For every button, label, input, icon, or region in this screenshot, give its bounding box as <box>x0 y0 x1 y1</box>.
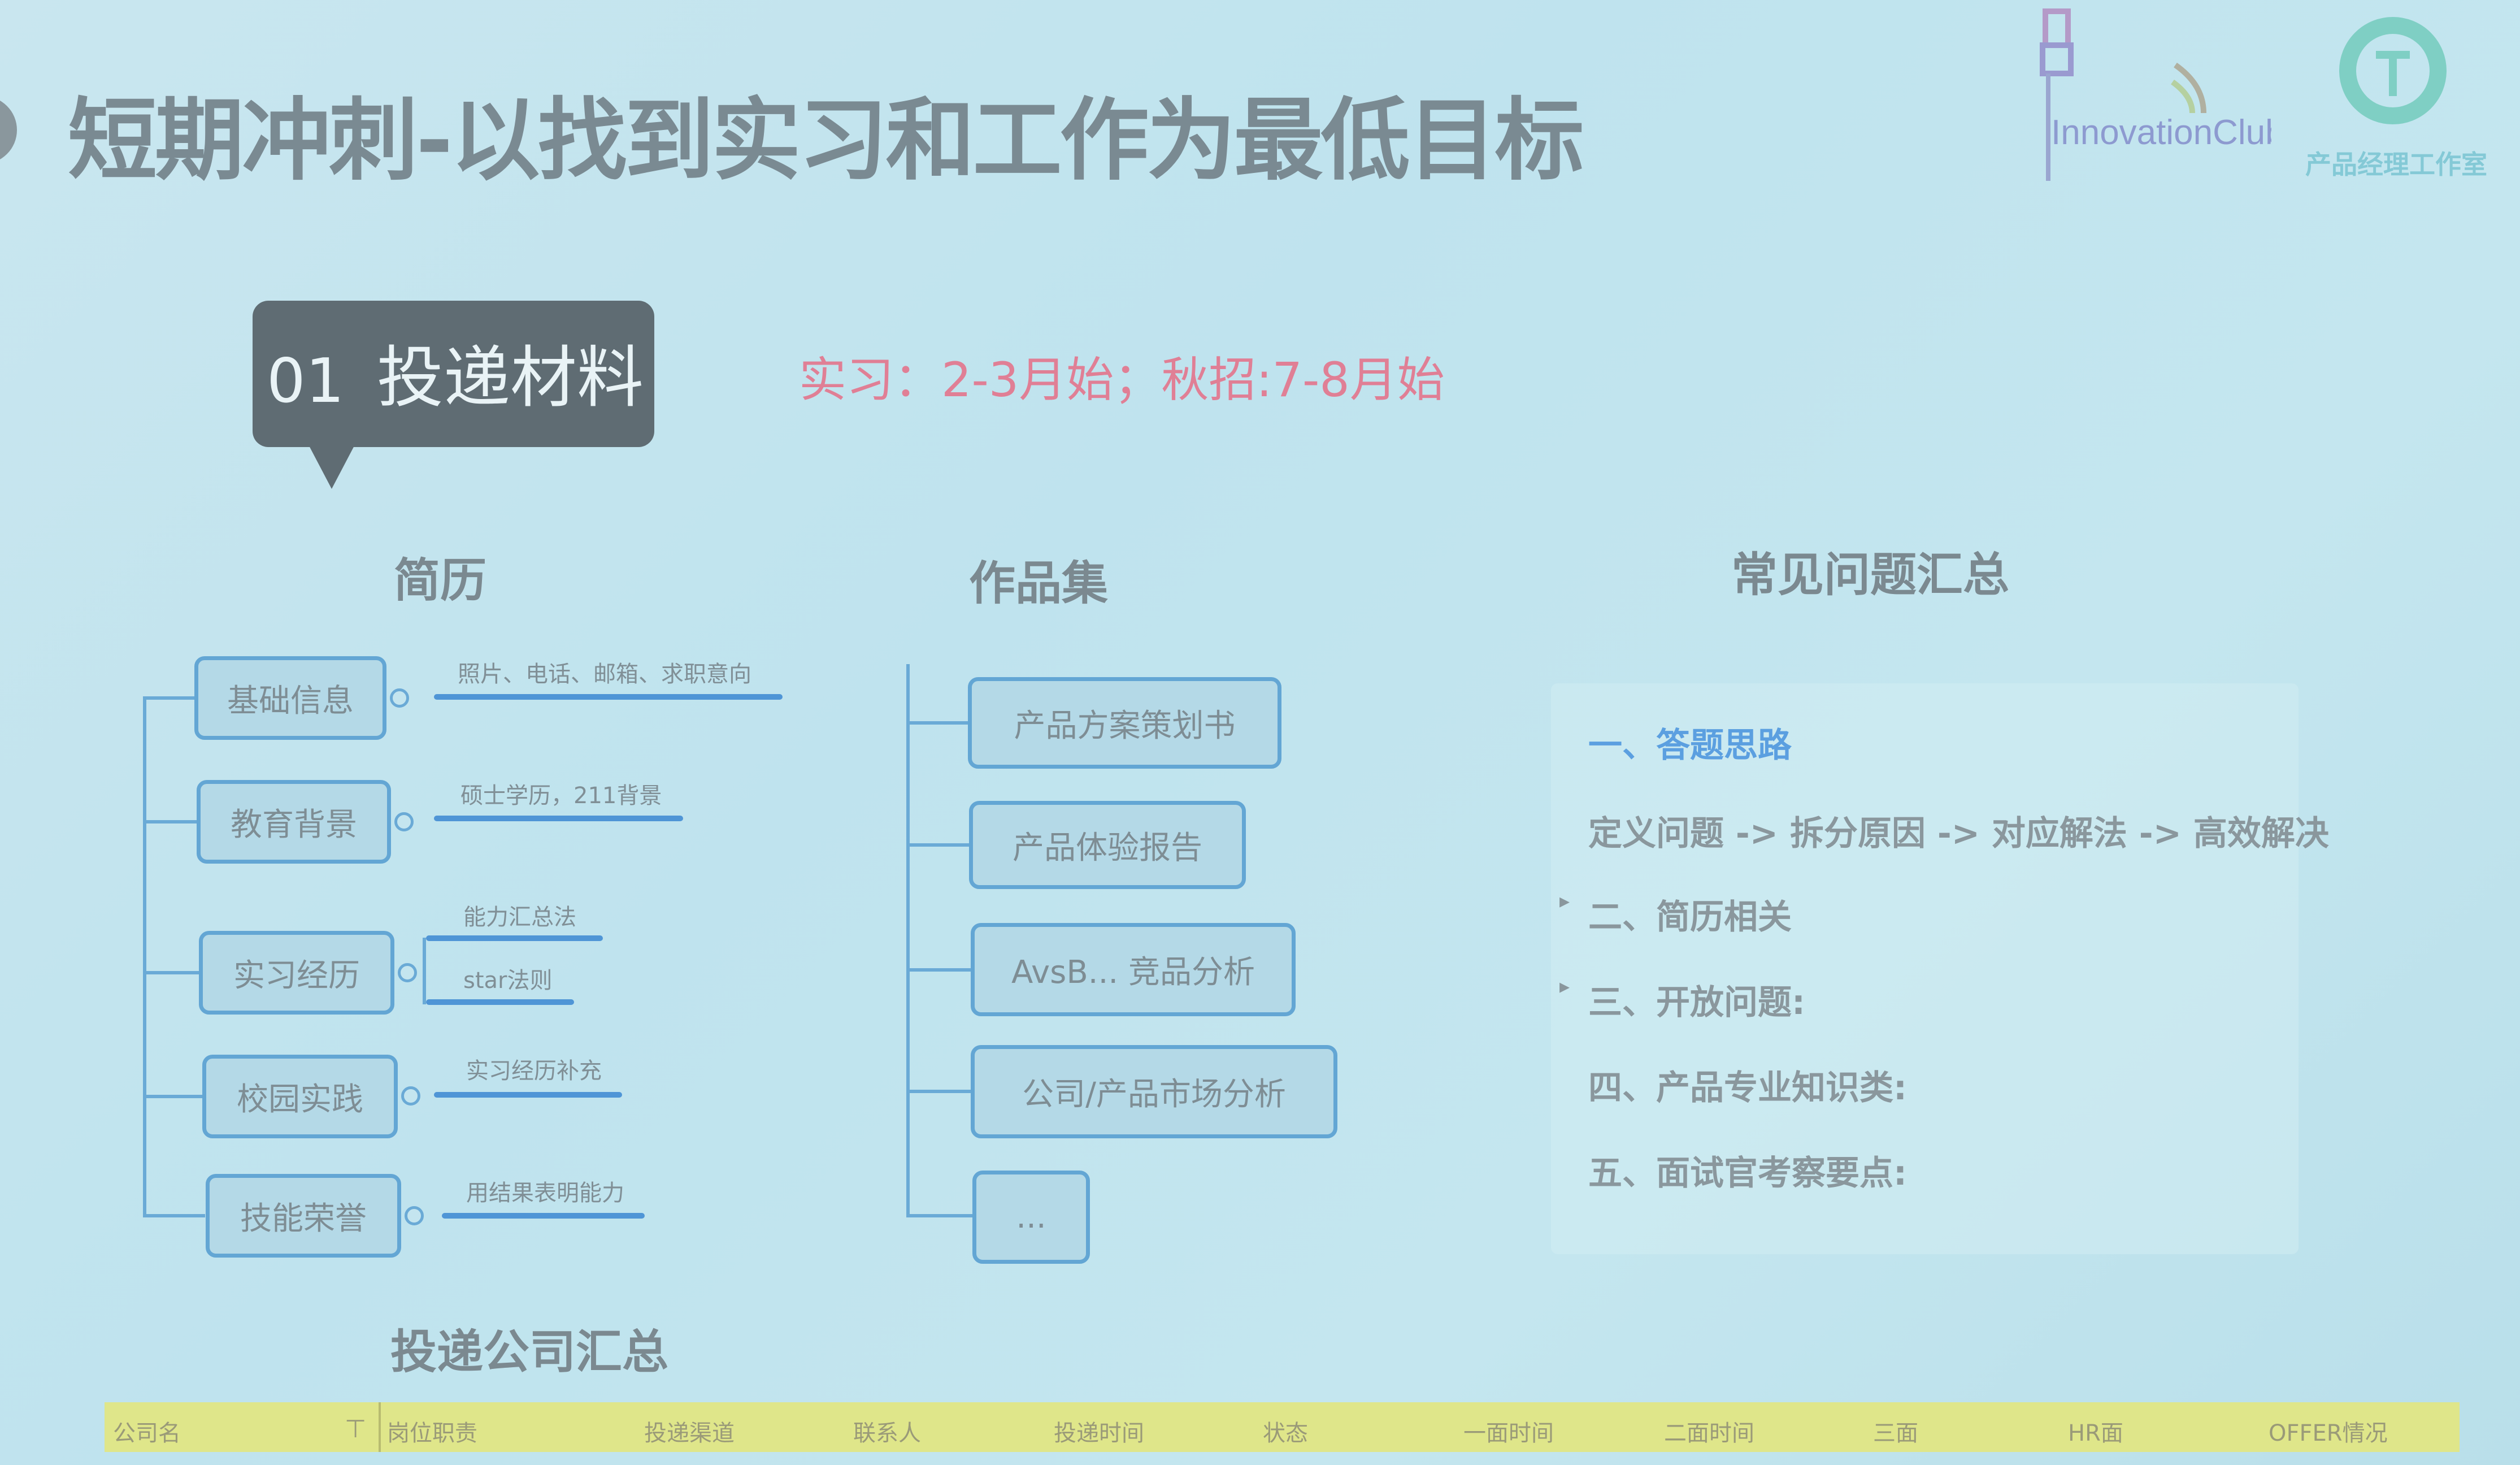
note: 能力汇总法 <box>463 904 576 930</box>
faq-item[interactable]: 五、面试官考察要点: <box>1588 1146 1907 1195</box>
branch <box>143 1214 205 1217</box>
timeline-text: 实习：2-3月始；秋招:7-8月始 <box>799 352 1445 408</box>
resume-node-basic[interactable]: 基础信息 <box>194 656 386 740</box>
branch <box>906 843 970 847</box>
column-header[interactable]: 公司名 <box>113 1415 181 1447</box>
branch <box>906 1090 971 1093</box>
faq-item[interactable]: 一、答题思路 <box>1588 718 1792 767</box>
resume-node-skills[interactable]: 技能荣誉 <box>206 1174 401 1258</box>
product-studio-logo: 产品经理工作室 <box>2300 11 2503 181</box>
svg-text:InnovationClub: InnovationClub <box>2051 113 2271 152</box>
product-studio-logo-text: 产品经理工作室 <box>2305 149 2487 180</box>
column-header[interactable]: 二面时间 <box>1664 1415 1754 1447</box>
column-header[interactable]: HR面 <box>2068 1415 2123 1447</box>
companies-heading: 投递公司汇总 <box>390 1325 669 1379</box>
note-underline <box>442 1213 645 1219</box>
resume-node-campus[interactable]: 校园实践 <box>202 1055 398 1138</box>
column-header[interactable]: 联系人 <box>853 1415 921 1447</box>
connector-icon <box>390 688 409 708</box>
expand-arrow-icon[interactable]: ▸ <box>1559 975 1570 998</box>
note: 硕士学历，211背景 <box>460 783 662 809</box>
column-header[interactable]: 状态 <box>1263 1415 1308 1447</box>
column-header[interactable]: 一面时间 <box>1463 1415 1554 1447</box>
portfolio-item[interactable]: AvsB... 竞品分析 <box>971 923 1296 1016</box>
slide-edge-marker <box>0 96 17 164</box>
column-header[interactable]: 投递渠道 <box>644 1415 735 1447</box>
resume-tree-trunk <box>143 700 146 1216</box>
section-badge-pointer <box>308 444 355 489</box>
faq-item[interactable]: 三、开放问题: <box>1588 975 1805 1024</box>
note: 照片、电话、邮箱、求职意向 <box>458 661 751 687</box>
portfolio-tree-trunk <box>906 664 910 1216</box>
portfolio-item[interactable]: 产品方案策划书 <box>968 677 1281 769</box>
note-underline <box>434 1092 622 1098</box>
branch <box>906 1214 973 1217</box>
branch <box>143 971 199 974</box>
column-divider <box>379 1402 381 1452</box>
note-underline <box>434 816 683 821</box>
column-header[interactable]: 投递时间 <box>1054 1415 1144 1447</box>
slide-title: 短期冲刺-以找到实习和工作为最低目标 <box>68 89 1584 193</box>
bracket <box>423 938 426 1004</box>
section-number: 01 <box>267 346 345 417</box>
column-header[interactable]: 岗位职责 <box>387 1415 477 1447</box>
branch <box>143 820 199 823</box>
note-underline <box>426 935 603 941</box>
companies-table-header: 公司名 ⊤ 岗位职责 投递渠道 联系人 投递时间 状态 一面时间 二面时间 三面… <box>105 1402 2460 1452</box>
section-badge: 01 投递材料 <box>253 301 654 447</box>
branch <box>143 1095 202 1098</box>
innovation-club-logo: InnovationClub <box>2034 0 2285 187</box>
portfolio-item[interactable]: 公司/产品市场分析 <box>971 1045 1337 1138</box>
connector-icon <box>394 812 414 831</box>
resume-heading: 简历 <box>394 554 487 608</box>
filter-icon[interactable]: ⊤ <box>345 1415 366 1444</box>
branch <box>906 721 968 725</box>
branch <box>143 696 199 700</box>
expand-arrow-icon[interactable]: ▸ <box>1559 890 1570 913</box>
faq-heading: 常见问题汇总 <box>1731 548 2010 602</box>
note-underline <box>434 694 783 700</box>
column-header[interactable]: 三面 <box>1873 1415 1918 1447</box>
branch <box>906 968 971 972</box>
note: star法则 <box>463 968 553 994</box>
faq-item[interactable]: 四、产品专业知识类: <box>1588 1060 1907 1109</box>
faq-item: 定义问题 -> 拆分原因 -> 对应解法 -> 高效解决 <box>1588 814 2329 853</box>
portfolio-item[interactable]: ... <box>972 1171 1090 1264</box>
section-label: 投递材料 <box>377 339 644 417</box>
portfolio-heading: 作品集 <box>969 557 1109 610</box>
connector-icon <box>401 1086 420 1106</box>
column-header[interactable]: OFFER情况 <box>2269 1415 2388 1447</box>
connector-icon <box>405 1206 424 1225</box>
connector-icon <box>398 963 417 982</box>
note: 用结果表明能力 <box>466 1180 624 1206</box>
faq-item[interactable]: 二、简历相关 <box>1588 890 1792 939</box>
note: 实习经历补充 <box>466 1058 602 1084</box>
resume-node-education[interactable]: 教育背景 <box>197 780 391 864</box>
resume-node-internship[interactable]: 实习经历 <box>199 931 394 1015</box>
portfolio-item[interactable]: 产品体验报告 <box>969 801 1246 889</box>
note-underline <box>426 999 574 1005</box>
